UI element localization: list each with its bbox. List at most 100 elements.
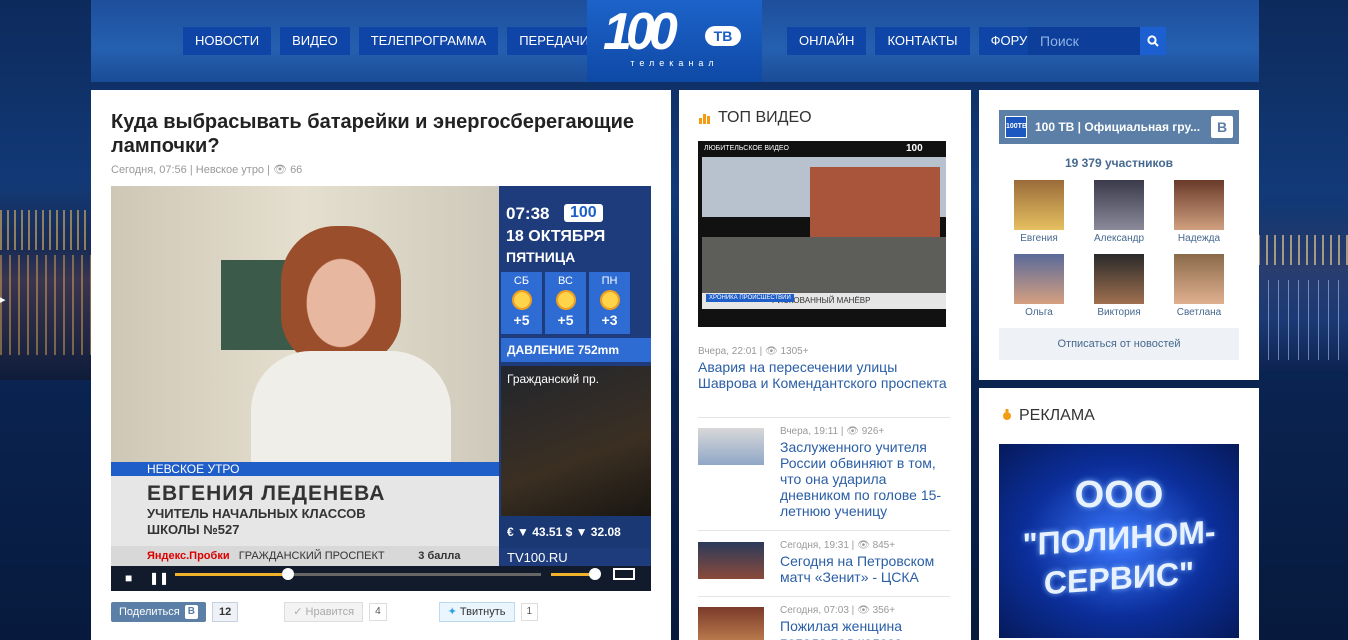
logo-subtitle: телеканал	[630, 58, 719, 68]
news-thumbnail[interactable]	[698, 607, 764, 640]
vk-share-button[interactable]: Поделиться В	[111, 602, 206, 622]
nav-item-contacts[interactable]: Контакты	[875, 27, 970, 55]
bar-chart-icon	[699, 114, 710, 124]
vk-share-label: Поделиться	[119, 606, 180, 618]
vk-group-header[interactable]: 100ТВ 100 ТВ | Официальная гру... В	[999, 110, 1239, 144]
top-video-thumbnail[interactable]: ЛЮБИТЕЛЬСКОЕ ВИДЕО 100 РИСКОВАННЫЙ МАНЁВ…	[698, 141, 946, 327]
thumb-channel: 100	[906, 143, 923, 154]
ticker-text: ГРАЖДАНСКИЙ ПРОСПЕКТ	[238, 550, 385, 562]
video-player[interactable]: 07:38 100 18 ОКТЯБРЯ ПЯТНИЦА СБ +5 ВС +5…	[111, 186, 651, 591]
news-date: Сегодня, 19:31 |	[780, 540, 855, 551]
tweet-button[interactable]: ✦ Твитнуть	[438, 602, 515, 622]
avatar	[1094, 254, 1144, 304]
nav-item-news[interactable]: Новости	[183, 27, 272, 55]
eye-icon: 👁	[846, 426, 859, 437]
news-link[interactable]: Пожилая женщина попала под колеса	[780, 618, 950, 640]
avatar	[1014, 254, 1064, 304]
vk-member-name: Надежда	[1177, 233, 1221, 244]
video-controls	[111, 566, 651, 591]
vk-members-grid: Евгения Александр Надежда Ольга Виктория…	[999, 180, 1239, 318]
news-views: 845+	[872, 540, 896, 551]
like-label: Нравится	[305, 606, 355, 618]
nav-item-tv-program[interactable]: Телепрограмма	[358, 27, 499, 55]
video-ticker: Яндекс.Пробки ГРАЖДАНСКИЙ ПРОСПЕКТ 3 бал…	[111, 546, 499, 566]
weather-day-label: СБ	[513, 275, 530, 287]
weather-forecast: СБ +5 ВС +5 ПН +3	[501, 272, 630, 334]
news-date: Вчера, 19:11 |	[780, 426, 844, 437]
top-video-title: Топ видео	[718, 109, 812, 126]
vk-group-logo: 100ТВ	[1005, 116, 1027, 138]
background-city-right	[1258, 200, 1348, 370]
vk-member[interactable]: Надежда	[1159, 180, 1239, 244]
vk-group-title: 100 ТВ | Официальная гру...	[1035, 120, 1201, 134]
news-item[interactable]: Сегодня, 07:03 | 👁 356+ Пожилая женщина …	[698, 605, 950, 640]
news-date: Сегодня, 07:03 |	[780, 605, 855, 616]
site-header: Новости Видео Телепрограмма Передачи 100…	[91, 0, 1259, 82]
vk-member[interactable]: Евгения	[999, 180, 1079, 244]
eye-icon: 👁	[857, 605, 870, 616]
video-street-label: Гражданский пр.	[507, 372, 599, 386]
news-body: Вчера, 19:11 | 👁 926+ Заслуженного учите…	[780, 426, 950, 519]
vk-member[interactable]: Светлана	[1159, 254, 1239, 318]
fullscreen-icon[interactable]	[613, 568, 635, 580]
weather-day-label: ВС	[558, 275, 573, 287]
vk-members-count[interactable]: 19 379 участников	[999, 156, 1239, 170]
like-count: 4	[369, 603, 387, 621]
volume-handle[interactable]	[589, 568, 601, 580]
article-meta-text: Сегодня, 07:56 | Невское утро |	[111, 164, 270, 176]
article-views: 66	[290, 164, 303, 176]
sun-icon	[599, 290, 620, 310]
news-meta: Вчера, 22:01 | 👁 1305+	[698, 346, 950, 357]
background-city-left	[0, 180, 92, 380]
nav-item-video[interactable]: Видео	[280, 27, 350, 55]
news-item[interactable]: Вчера, 19:11 | 👁 926+ Заслуженного учите…	[698, 426, 950, 526]
news-meta: Сегодня, 19:31 | 👁 845+	[780, 540, 950, 551]
video-channel-badge: 100	[564, 204, 603, 222]
stop-icon[interactable]: ■	[125, 566, 132, 591]
vk-icon: В	[184, 605, 198, 619]
video-day: ПЯТНИЦА	[506, 249, 576, 265]
avatar	[1174, 254, 1224, 304]
news-thumbnail[interactable]	[698, 428, 764, 465]
divider	[698, 530, 950, 531]
ad-title: Реклама	[1019, 407, 1095, 424]
video-street-cam	[501, 366, 651, 516]
side-arrow-icon[interactable]: ▸	[0, 292, 8, 308]
news-link[interactable]: Авария на пересечении улицы Шаврова и Ко…	[698, 359, 950, 391]
video-progress-fill	[175, 573, 288, 576]
news-link[interactable]: Сегодня на Петровском матч «Зенит» - ЦСК…	[780, 553, 950, 585]
search-input[interactable]: Поиск	[1028, 27, 1140, 55]
ad-banner[interactable]: ООО "ПОЛИНОМ- СЕРВИС"	[999, 444, 1239, 638]
news-item[interactable]: Вчера, 22:01 | 👁 1305+ Авария на пересеч…	[698, 346, 950, 391]
news-views: 926+	[861, 426, 885, 437]
video-frame-person-body	[251, 351, 451, 471]
news-item[interactable]: Сегодня, 19:31 | 👁 845+ Сегодня на Петро…	[698, 540, 950, 588]
weather-day-label: ПН	[601, 275, 618, 287]
vk-member[interactable]: Александр	[1079, 180, 1159, 244]
check-icon: ✓	[293, 606, 303, 618]
vk-member[interactable]: Виктория	[1079, 254, 1159, 318]
nav-left: Новости Видео Телепрограмма Передачи	[183, 27, 602, 55]
vk-icon: В	[1211, 116, 1233, 138]
nav-item-online[interactable]: Онлайн	[787, 27, 867, 55]
sun-icon	[555, 290, 576, 310]
article-title[interactable]: Куда выбрасывать батарейки и энергосбере…	[111, 110, 651, 158]
avatar	[1174, 180, 1224, 230]
like-button[interactable]: ✓ Нравится	[284, 602, 364, 622]
pause-icon[interactable]: ❚❚	[149, 566, 169, 591]
video-progress-handle[interactable]	[282, 568, 294, 580]
video-currency-rates: € ▼ 43.51 $ ▼ 32.08	[499, 516, 651, 548]
news-views: 1305+	[780, 346, 809, 357]
search-button[interactable]	[1140, 27, 1166, 55]
news-link[interactable]: Заслуженного учителя России обвиняют в т…	[780, 439, 950, 519]
money-bag-icon	[1003, 409, 1011, 420]
video-date: 18 ОКТЯБРЯ	[506, 228, 606, 245]
site-logo[interactable]: 100 ТВ телеканал	[587, 0, 762, 82]
eye-icon: 👁	[857, 540, 870, 551]
vk-member[interactable]: Ольга	[999, 254, 1079, 318]
city-reflection	[1258, 280, 1348, 360]
news-thumbnail[interactable]	[698, 542, 764, 579]
vk-member-name: Ольга	[1025, 307, 1053, 318]
vk-unsubscribe-button[interactable]: Отписаться от новостей	[999, 328, 1239, 360]
top-video-panel: Топ видео ЛЮБИТЕЛЬСКОЕ ВИДЕО 100 РИСКОВА…	[679, 90, 971, 640]
